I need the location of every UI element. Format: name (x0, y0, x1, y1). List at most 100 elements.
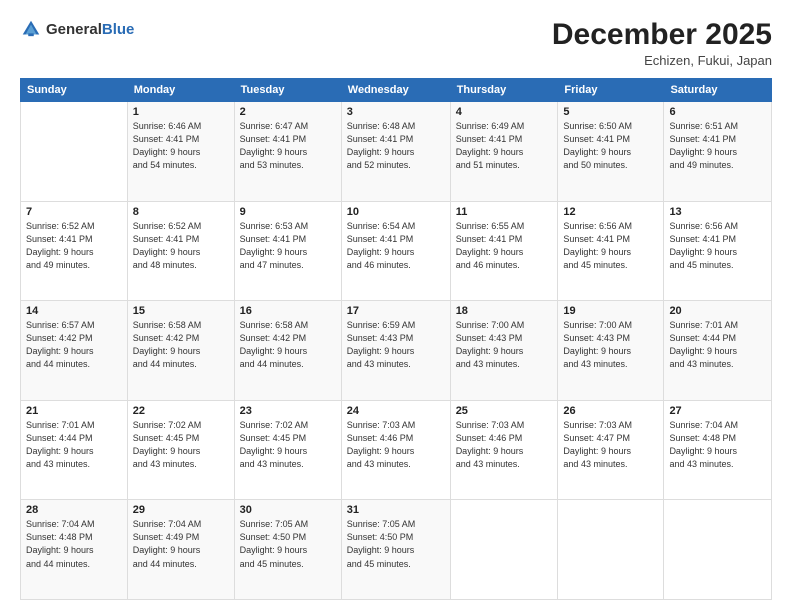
calendar-cell: 8 Sunrise: 6:52 AM Sunset: 4:41 PM Daylig… (127, 201, 234, 301)
calendar-cell (450, 500, 558, 600)
day-number: 12 (563, 206, 658, 218)
day-info: Sunrise: 6:58 AM Sunset: 4:42 PM Dayligh… (240, 319, 336, 371)
calendar-cell (558, 500, 664, 600)
day-info: Sunrise: 6:55 AM Sunset: 4:41 PM Dayligh… (456, 220, 553, 272)
location-subtitle: Echizen, Fukui, Japan (552, 53, 772, 68)
calendar-cell: 20Sunrise: 7:01 AM Sunset: 4:44 PM Dayli… (664, 301, 772, 401)
calendar-cell: 24 Sunrise: 7:03 AM Sunset: 4:46 PM Dayli… (341, 400, 450, 500)
calendar-cell: 19 Sunrise: 7:00 AM Sunset: 4:43 PM Dayli… (558, 301, 664, 401)
week-row-2: 7Sunrise: 6:52 AM Sunset: 4:41 PM Daylig… (21, 201, 772, 301)
day-number: 18 (456, 305, 553, 317)
calendar-cell: 15 Sunrise: 6:58 AM Sunset: 4:42 PM Dayli… (127, 301, 234, 401)
week-row-4: 21 Sunrise: 7:01 AM Sunset: 4:44 PM Dayli… (21, 400, 772, 500)
day-number: 21 (26, 405, 122, 417)
day-number: 20 (669, 305, 766, 317)
week-row-3: 14 Sunrise: 6:57 AM Sunset: 4:42 PM Dayli… (21, 301, 772, 401)
day-info: Sunrise: 7:04 AM Sunset: 4:49 PM Dayligh… (133, 518, 229, 570)
calendar-cell: 5 Sunrise: 6:50 AM Sunset: 4:41 PM Daylig… (558, 102, 664, 202)
day-number: 31 (347, 504, 445, 516)
calendar-table: SundayMondayTuesdayWednesdayThursdayFrid… (20, 78, 772, 600)
day-info: Sunrise: 6:47 AM Sunset: 4:41 PM Dayligh… (240, 120, 336, 172)
day-info: Sunrise: 7:02 AM Sunset: 4:45 PM Dayligh… (133, 419, 229, 471)
day-info: Sunrise: 6:56 AM Sunset: 4:41 PM Dayligh… (669, 220, 766, 272)
calendar-cell: 30 Sunrise: 7:05 AM Sunset: 4:50 PM Dayli… (234, 500, 341, 600)
day-info: Sunrise: 7:00 AM Sunset: 4:43 PM Dayligh… (456, 319, 553, 371)
day-info: Sunrise: 6:46 AM Sunset: 4:41 PM Dayligh… (133, 120, 229, 172)
logo: GeneralBlue (20, 18, 134, 40)
calendar-cell (21, 102, 128, 202)
calendar-cell: 17 Sunrise: 6:59 AM Sunset: 4:43 PM Dayli… (341, 301, 450, 401)
day-info: Sunrise: 7:02 AM Sunset: 4:45 PM Dayligh… (240, 419, 336, 471)
calendar-cell: 4 Sunrise: 6:49 AM Sunset: 4:41 PM Daylig… (450, 102, 558, 202)
day-number: 15 (133, 305, 229, 317)
day-number: 29 (133, 504, 229, 516)
day-info: Sunrise: 6:51 AM Sunset: 4:41 PM Dayligh… (669, 120, 766, 172)
calendar-cell: 29 Sunrise: 7:04 AM Sunset: 4:49 PM Dayli… (127, 500, 234, 600)
day-number: 23 (240, 405, 336, 417)
calendar-cell: 1 Sunrise: 6:46 AM Sunset: 4:41 PM Daylig… (127, 102, 234, 202)
day-info: Sunrise: 6:56 AM Sunset: 4:41 PM Dayligh… (563, 220, 658, 272)
calendar-cell: 26 Sunrise: 7:03 AM Sunset: 4:47 PM Dayli… (558, 400, 664, 500)
day-number: 19 (563, 305, 658, 317)
day-number: 5 (563, 106, 658, 118)
calendar-cell: 14 Sunrise: 6:57 AM Sunset: 4:42 PM Dayli… (21, 301, 128, 401)
day-number: 3 (347, 106, 445, 118)
calendar-cell: 27 Sunrise: 7:04 AM Sunset: 4:48 PM Dayli… (664, 400, 772, 500)
day-number: 13 (669, 206, 766, 218)
day-number: 25 (456, 405, 553, 417)
calendar-cell: 21 Sunrise: 7:01 AM Sunset: 4:44 PM Dayli… (21, 400, 128, 500)
day-number: 24 (347, 405, 445, 417)
day-number: 1 (133, 106, 229, 118)
calendar-cell: 7Sunrise: 6:52 AM Sunset: 4:41 PM Daylig… (21, 201, 128, 301)
calendar-cell: 11Sunrise: 6:55 AM Sunset: 4:41 PM Dayli… (450, 201, 558, 301)
day-number: 28 (26, 504, 122, 516)
day-info: Sunrise: 7:04 AM Sunset: 4:48 PM Dayligh… (26, 518, 122, 570)
calendar-cell: 12 Sunrise: 6:56 AM Sunset: 4:41 PM Dayli… (558, 201, 664, 301)
day-info: Sunrise: 7:05 AM Sunset: 4:50 PM Dayligh… (240, 518, 336, 570)
calendar-cell: 13 Sunrise: 6:56 AM Sunset: 4:41 PM Dayli… (664, 201, 772, 301)
day-info: Sunrise: 6:54 AM Sunset: 4:41 PM Dayligh… (347, 220, 445, 272)
day-number: 27 (669, 405, 766, 417)
weekday-header-wednesday: Wednesday (341, 79, 450, 102)
day-info: Sunrise: 7:01 AM Sunset: 4:44 PM Dayligh… (26, 419, 122, 471)
day-number: 14 (26, 305, 122, 317)
logo-general: General (46, 21, 102, 38)
day-number: 4 (456, 106, 553, 118)
day-number: 8 (133, 206, 229, 218)
calendar-cell (664, 500, 772, 600)
day-number: 2 (240, 106, 336, 118)
calendar-cell: 10Sunrise: 6:54 AM Sunset: 4:41 PM Dayli… (341, 201, 450, 301)
logo-icon (20, 18, 42, 40)
day-info: Sunrise: 7:05 AM Sunset: 4:50 PM Dayligh… (347, 518, 445, 570)
calendar-cell: 18 Sunrise: 7:00 AM Sunset: 4:43 PM Dayli… (450, 301, 558, 401)
day-info: Sunrise: 6:52 AM Sunset: 4:41 PM Dayligh… (133, 220, 229, 272)
weekday-header-saturday: Saturday (664, 79, 772, 102)
day-info: Sunrise: 7:03 AM Sunset: 4:46 PM Dayligh… (456, 419, 553, 471)
day-number: 17 (347, 305, 445, 317)
day-number: 6 (669, 106, 766, 118)
week-row-1: 1 Sunrise: 6:46 AM Sunset: 4:41 PM Daylig… (21, 102, 772, 202)
calendar-cell: 2 Sunrise: 6:47 AM Sunset: 4:41 PM Daylig… (234, 102, 341, 202)
day-info: Sunrise: 6:59 AM Sunset: 4:43 PM Dayligh… (347, 319, 445, 371)
day-info: Sunrise: 7:00 AM Sunset: 4:43 PM Dayligh… (563, 319, 658, 371)
weekday-header-monday: Monday (127, 79, 234, 102)
weekday-header-friday: Friday (558, 79, 664, 102)
week-row-5: 28 Sunrise: 7:04 AM Sunset: 4:48 PM Dayli… (21, 500, 772, 600)
day-info: Sunrise: 6:52 AM Sunset: 4:41 PM Dayligh… (26, 220, 122, 272)
calendar-cell: 3Sunrise: 6:48 AM Sunset: 4:41 PM Daylig… (341, 102, 450, 202)
day-info: Sunrise: 6:49 AM Sunset: 4:41 PM Dayligh… (456, 120, 553, 172)
calendar-cell: 9Sunrise: 6:53 AM Sunset: 4:41 PM Daylig… (234, 201, 341, 301)
day-info: Sunrise: 6:58 AM Sunset: 4:42 PM Dayligh… (133, 319, 229, 371)
day-info: Sunrise: 7:04 AM Sunset: 4:48 PM Dayligh… (669, 419, 766, 471)
calendar-cell: 28 Sunrise: 7:04 AM Sunset: 4:48 PM Dayli… (21, 500, 128, 600)
day-number: 30 (240, 504, 336, 516)
day-info: Sunrise: 6:50 AM Sunset: 4:41 PM Dayligh… (563, 120, 658, 172)
calendar-cell: 22Sunrise: 7:02 AM Sunset: 4:45 PM Dayli… (127, 400, 234, 500)
day-number: 26 (563, 405, 658, 417)
day-info: Sunrise: 7:03 AM Sunset: 4:47 PM Dayligh… (563, 419, 658, 471)
logo-blue: Blue (102, 21, 135, 38)
header: GeneralBlue December 2025 Echizen, Fukui… (20, 18, 772, 68)
calendar-cell: 31 Sunrise: 7:05 AM Sunset: 4:50 PM Dayli… (341, 500, 450, 600)
day-info: Sunrise: 7:03 AM Sunset: 4:46 PM Dayligh… (347, 419, 445, 471)
day-info: Sunrise: 6:57 AM Sunset: 4:42 PM Dayligh… (26, 319, 122, 371)
